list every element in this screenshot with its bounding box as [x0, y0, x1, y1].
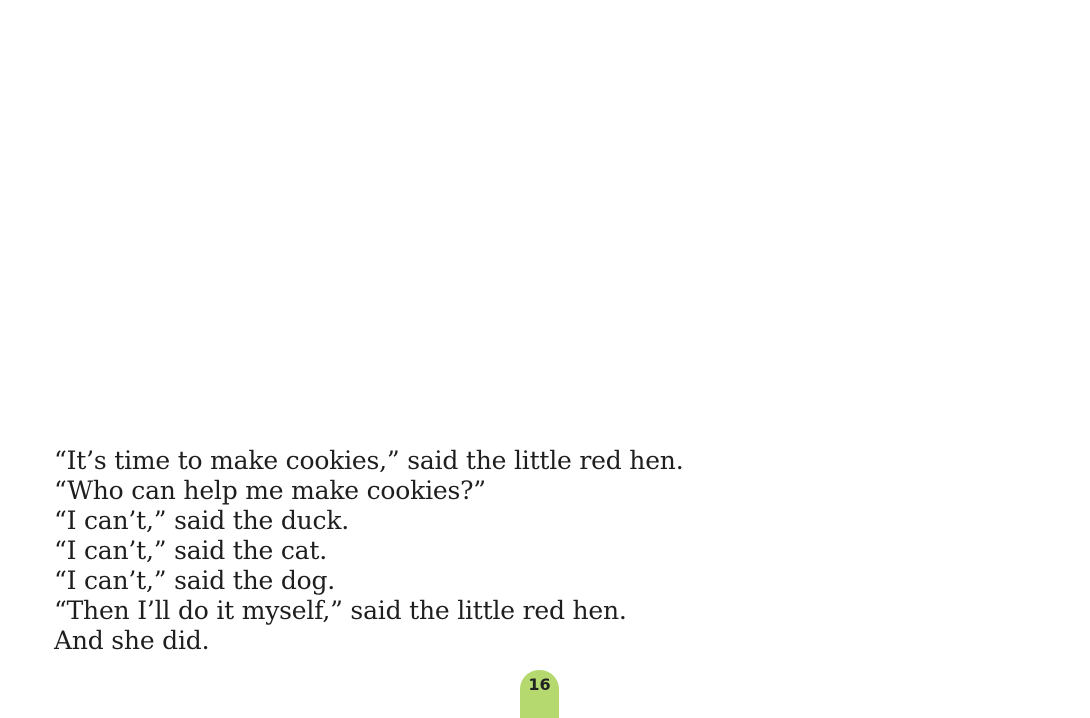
story-line: And she did. — [54, 626, 210, 655]
story-line: “Who can help me make cookies?” — [54, 476, 486, 505]
book-page: “It’s time to make cookies,” said the li… — [0, 0, 1090, 718]
story-line: “I can’t,” said the dog. — [54, 566, 336, 595]
page-number-tab: 16 — [520, 670, 559, 718]
story-line: “I can’t,” said the duck. — [54, 506, 350, 535]
story-line: “Then I’ll do it myself,” said the littl… — [54, 596, 627, 625]
story-line: “It’s time to make cookies,” said the li… — [54, 446, 684, 475]
story-line: “I can’t,” said the cat. — [54, 536, 327, 565]
story-text: “It’s time to make cookies,” said the li… — [54, 446, 954, 656]
page-number: 16 — [528, 675, 551, 694]
